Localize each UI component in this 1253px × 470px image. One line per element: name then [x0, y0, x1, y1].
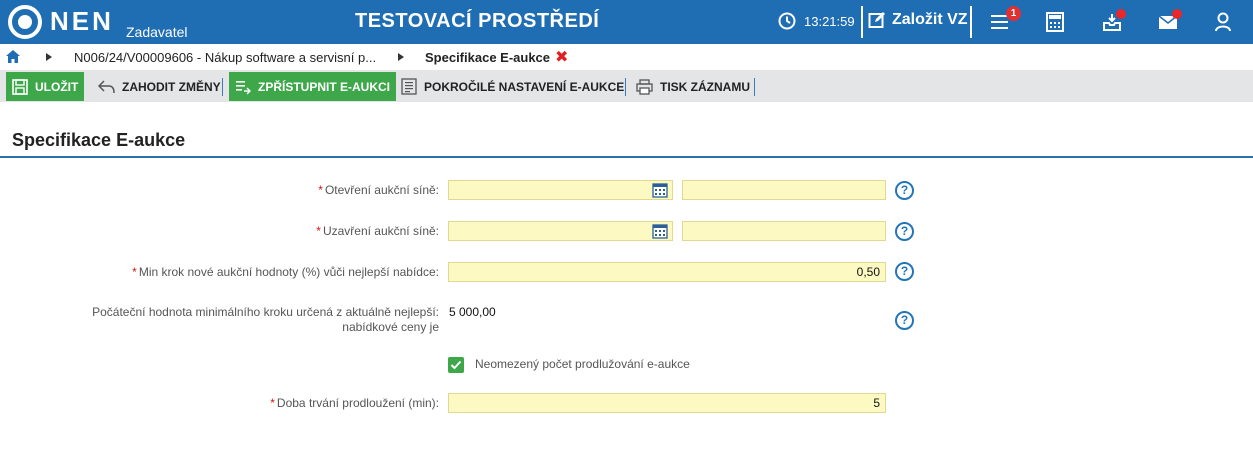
action-toolbar: ULOŽIT ZAHODIT ZMĚNY ZPŘÍSTUPNIT E-AUKCI…: [0, 70, 1253, 102]
user-button[interactable]: [1214, 12, 1236, 34]
publish-eauction-button[interactable]: ZPŘÍSTUPNIT E-AUKCI: [229, 72, 396, 101]
breadcrumb-arrow-icon: [398, 53, 404, 61]
clock-icon: [778, 12, 796, 30]
toolbar-divider: [625, 78, 626, 96]
opening-date-input[interactable]: [448, 180, 673, 200]
initial-value-text: 5 000,00: [449, 305, 496, 319]
closing-label-text: Uzavření aukční síně:: [322, 224, 439, 238]
help-icon[interactable]: ?: [895, 181, 914, 200]
save-button[interactable]: ULOŽIT: [6, 72, 85, 101]
document-list-icon: [401, 78, 417, 95]
help-icon[interactable]: ?: [895, 222, 914, 241]
inbox-button[interactable]: [1102, 9, 1126, 34]
save-icon: [12, 78, 28, 95]
required-marker: *: [132, 265, 137, 279]
close-icon[interactable]: ✖: [555, 47, 568, 67]
menu-button[interactable]: 1: [990, 6, 1021, 34]
closing-label: * Uzavření aukční síně:: [316, 224, 439, 238]
ext-duration-label-text: Doba trvání prodloužení (min):: [276, 396, 439, 410]
toolbar-divider: [754, 78, 755, 96]
min-step-input[interactable]: 0,50: [448, 262, 886, 282]
discard-changes-button[interactable]: ZAHODIT ZMĚNY: [98, 72, 221, 101]
checkmark-icon: [450, 360, 462, 370]
inbox-notification-dot: [1116, 9, 1126, 19]
publish-eauction-label: ZPŘÍSTUPNIT E-AUKCI: [258, 79, 390, 94]
save-label: ULOŽIT: [35, 79, 79, 94]
logo-subtitle: Zadavatel: [126, 24, 188, 40]
calculator-button[interactable]: [1046, 12, 1068, 34]
ext-duration-label: * Doba trvání prodloužení (min):: [270, 396, 439, 410]
clock-time: 13:21:59: [804, 13, 855, 29]
create-vz-button[interactable]: Založit VZ: [868, 11, 968, 29]
discard-changes-label: ZAHODIT ZMĚNY: [122, 79, 221, 94]
closing-date-input[interactable]: [448, 221, 673, 241]
calendar-icon[interactable]: [652, 182, 668, 198]
header-divider: [970, 6, 972, 38]
closing-time-input[interactable]: [682, 221, 886, 241]
toolbar-divider: [222, 78, 223, 96]
header-divider: [861, 6, 863, 38]
required-marker: *: [270, 396, 275, 410]
breadcrumb: N006/24/V00009606 - Nákup software a ser…: [0, 44, 1253, 70]
section-divider: [0, 156, 1253, 158]
publish-list-icon: [236, 80, 251, 94]
mail-button[interactable]: [1158, 9, 1182, 34]
printer-icon: [636, 78, 653, 95]
logo-text: NEN: [50, 6, 114, 36]
environment-title: TESTOVACÍ PROSTŘEDÍ: [355, 10, 600, 32]
initial-value-label-line2: nabídkové ceny je: [342, 320, 439, 334]
breadcrumb-item-contract[interactable]: N006/24/V00009606 - Nákup software a ser…: [74, 50, 376, 65]
help-icon[interactable]: ?: [895, 262, 914, 281]
calendar-icon[interactable]: [652, 223, 668, 239]
advanced-settings-label: POKROČILÉ NASTAVENÍ E-AUKCE: [424, 79, 625, 94]
advanced-settings-button[interactable]: POKROČILÉ NASTAVENÍ E-AUKCE: [401, 72, 624, 101]
opening-time-input[interactable]: [682, 180, 886, 200]
menu-badge: 1: [1006, 6, 1021, 21]
undo-arrow-icon: [98, 79, 115, 93]
ext-duration-input[interactable]: 5: [448, 393, 886, 413]
create-vz-label: Založit VZ: [892, 11, 968, 28]
opening-label-text: Otevření aukční síně:: [324, 183, 439, 197]
initial-value-label: Počáteční hodnota minimálního kroku urče…: [92, 305, 439, 335]
min-step-label: * Min krok nové aukční hodnoty (%) vůči n…: [132, 265, 439, 279]
calculator-icon: [1046, 12, 1064, 32]
initial-value-label-line1: Počáteční hodnota minimálního kroku urče…: [92, 305, 439, 319]
nen-logo[interactable]: NEN: [8, 4, 114, 40]
section-title: Specifikace E-aukce: [12, 130, 186, 150]
breadcrumb-arrow-icon: [46, 53, 52, 61]
edit-icon: [868, 12, 885, 28]
print-record-button[interactable]: TISK ZÁZNAMU: [636, 72, 750, 101]
opening-label: * Otevření aukční síně:: [318, 183, 439, 197]
required-marker: *: [318, 183, 323, 197]
unlimited-extension-label[interactable]: Neomezený počet prodlužování e-aukce: [475, 357, 690, 371]
user-icon: [1215, 12, 1231, 32]
logo-circle-icon: [8, 5, 42, 39]
session-clock: 13:21:59: [778, 12, 855, 30]
help-icon[interactable]: ?: [895, 311, 914, 330]
min-step-label-text: Min krok nové aukční hodnoty (%) vůči ne…: [138, 265, 439, 279]
mail-notification-dot: [1172, 9, 1182, 19]
unlimited-extension-checkbox[interactable]: [448, 357, 464, 373]
breadcrumb-item-current: Specifikace E-aukce: [425, 50, 551, 65]
home-icon[interactable]: [6, 50, 20, 63]
required-marker: *: [316, 224, 321, 238]
top-header-bar: NEN Zadavatel TESTOVACÍ PROSTŘEDÍ 13:21:…: [0, 0, 1253, 44]
print-record-label: TISK ZÁZNAMU: [660, 79, 750, 94]
